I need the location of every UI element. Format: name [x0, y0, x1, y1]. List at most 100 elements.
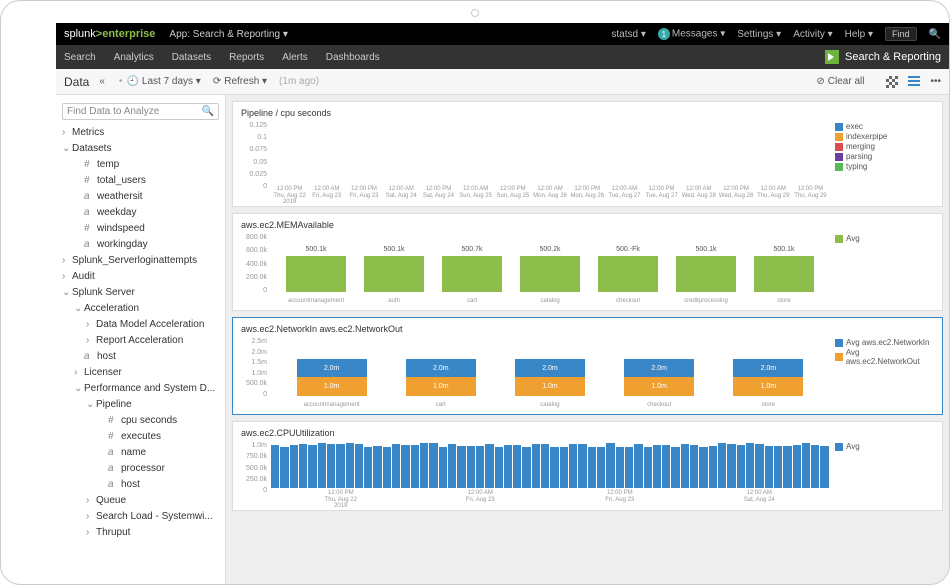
bar: 1.0m2.0mstore — [733, 350, 803, 396]
caret-icon: ⌄ — [86, 399, 96, 410]
tree-item[interactable]: ›Search Load - Systemwi... — [56, 508, 225, 524]
caret-icon: ⌄ — [74, 383, 84, 394]
tree-label: weekday — [97, 207, 136, 218]
app-context-menu[interactable]: App: Search & Reporting ▾ — [169, 29, 287, 40]
tree-item[interactable]: ⌄Performance and System D... — [56, 380, 225, 396]
legend-item: indexerpipe — [835, 132, 934, 141]
tree-item[interactable]: #windspeed — [56, 220, 225, 236]
panel-network[interactable]: aws.ec2.NetworkIn aws.ec2.NetworkOut 2.5… — [232, 317, 943, 415]
panel-title: aws.ec2.NetworkIn aws.ec2.NetworkOut — [241, 324, 934, 334]
caret-icon: › — [86, 527, 96, 538]
nav-dashboards[interactable]: Dashboards — [326, 52, 380, 63]
clear-all-button[interactable]: ⊘Clear all — [816, 76, 864, 87]
search-input[interactable]: Find Data to Analyze 🔍 — [62, 103, 219, 120]
help-menu[interactable]: Help ▾ — [845, 29, 873, 40]
tree-item[interactable]: ⌄Splunk Server — [56, 284, 225, 300]
tree-label: total_users — [97, 175, 146, 186]
tree-item[interactable]: #temp — [56, 156, 225, 172]
panel-pipeline-cpu[interactable]: Pipeline / cpu seconds 0.1250.10.0750.05… — [232, 101, 943, 207]
nav-datasets[interactable]: Datasets — [172, 52, 211, 63]
tree-item[interactable]: ›Audit — [56, 268, 225, 284]
legend-item: exec — [835, 122, 934, 131]
bar: 500.7kcart — [442, 256, 502, 292]
search-icon: 🔍 — [202, 106, 214, 117]
tree-item[interactable]: aprocessor — [56, 460, 225, 476]
type-icon: a — [84, 351, 94, 362]
activity-menu[interactable]: Activity ▾ — [793, 29, 832, 40]
tree-label: host — [97, 351, 116, 362]
nav-search[interactable]: Search — [64, 52, 96, 63]
caret-icon: › — [86, 511, 96, 522]
tree-label: executes — [121, 431, 161, 442]
legend-item: Avg aws.ec2.NetworkIn — [835, 338, 934, 347]
tree-item[interactable]: aweekday — [56, 204, 225, 220]
nav-alerts[interactable]: Alerts — [282, 52, 308, 63]
caret-icon: › — [86, 319, 96, 330]
tree-label: Metrics — [72, 127, 104, 138]
tree-item[interactable]: #cpu seconds — [56, 412, 225, 428]
caret-icon: › — [86, 335, 96, 346]
tree-label: Search Load - Systemwi... — [96, 511, 213, 522]
bar: 500.1kstore — [754, 256, 814, 292]
nav-analytics[interactable]: Analytics — [114, 52, 154, 63]
tree-label: Pipeline — [96, 399, 132, 410]
caret-icon: › — [86, 495, 96, 506]
caret-icon: › — [62, 255, 72, 266]
device-camera — [471, 9, 479, 17]
tree-item[interactable]: ⌄Acceleration — [56, 300, 225, 316]
legend-item: Avg — [835, 234, 934, 243]
badge-icon: 1 — [658, 28, 670, 40]
tree-item[interactable]: ahost — [56, 476, 225, 492]
tree-label: windspeed — [97, 223, 145, 234]
tree-item[interactable]: ⌄Pipeline — [56, 396, 225, 412]
tree-label: Datasets — [72, 143, 111, 154]
panels-area: Pipeline / cpu seconds 0.1250.10.0750.05… — [226, 95, 949, 584]
tree-label: host — [121, 479, 140, 490]
tree-item[interactable]: #total_users — [56, 172, 225, 188]
tree-label: Thruput — [96, 527, 130, 538]
search-icon[interactable]: 🔍 — [929, 29, 941, 40]
tree-label: Splunk Server — [72, 287, 135, 298]
tree-item[interactable]: ⌄Datasets — [56, 140, 225, 156]
collapse-button[interactable]: « — [99, 76, 105, 87]
tree-item[interactable]: aworkingday — [56, 236, 225, 252]
type-icon: # — [108, 431, 118, 442]
tree-label: cpu seconds — [121, 415, 177, 426]
timerange-picker[interactable]: 🕘Last 7 days ▾ — [126, 76, 200, 87]
grid-view-icon[interactable] — [886, 76, 898, 88]
tree-item[interactable]: ›Splunk_Serverloginattempts — [56, 252, 225, 268]
tree-label: Queue — [96, 495, 126, 506]
tree-item[interactable]: ›Report Acceleration — [56, 332, 225, 348]
messages-menu[interactable]: 1Messages ▾ — [658, 28, 725, 40]
legend-item: merging — [835, 142, 934, 151]
panel-title: aws.ec2.CPUUtilization — [241, 428, 934, 438]
list-view-icon[interactable] — [908, 76, 920, 88]
last-refresh-label: (1m ago) — [279, 76, 319, 87]
panel-title: Pipeline / cpu seconds — [241, 108, 934, 118]
tree-item[interactable]: aweathersit — [56, 188, 225, 204]
tree-item[interactable]: ›Metrics — [56, 124, 225, 140]
bar: 500.-Fkcheckout — [598, 256, 658, 292]
user-menu[interactable]: statsd ▾ — [611, 29, 645, 40]
more-icon[interactable]: ••• — [930, 76, 941, 87]
tree-label: Performance and System D... — [84, 383, 215, 394]
refresh-button[interactable]: ⟳Refresh ▾ — [213, 76, 267, 87]
panel-mem-available[interactable]: aws.ec2.MEMAvailable 800.0k600.0k400.0k2… — [232, 213, 943, 311]
tree-item[interactable]: ›Data Model Acceleration — [56, 316, 225, 332]
settings-menu[interactable]: Settings ▾ — [737, 29, 781, 40]
tree-item[interactable]: aname — [56, 444, 225, 460]
menubar: Search Analytics Datasets Reports Alerts… — [56, 45, 949, 69]
tree-item[interactable]: ›Queue — [56, 492, 225, 508]
topbar: splunk>enterprise App: Search & Reportin… — [56, 23, 949, 45]
tree-item[interactable]: ›Licenser — [56, 364, 225, 380]
tree-label: Report Acceleration — [96, 335, 183, 346]
panel-cpu-util[interactable]: aws.ec2.CPUUtilization 1.0m750.0k500.0k2… — [232, 421, 943, 511]
legend-item: Avg — [835, 442, 934, 451]
caret-icon: ⌄ — [62, 143, 72, 154]
tree-item[interactable]: ›Thruput — [56, 524, 225, 540]
nav-reports[interactable]: Reports — [229, 52, 264, 63]
find-input[interactable]: Find — [885, 27, 917, 41]
tree-item[interactable]: ahost — [56, 348, 225, 364]
bar: 1.0m2.0mcart — [406, 350, 476, 396]
tree-item[interactable]: #executes — [56, 428, 225, 444]
